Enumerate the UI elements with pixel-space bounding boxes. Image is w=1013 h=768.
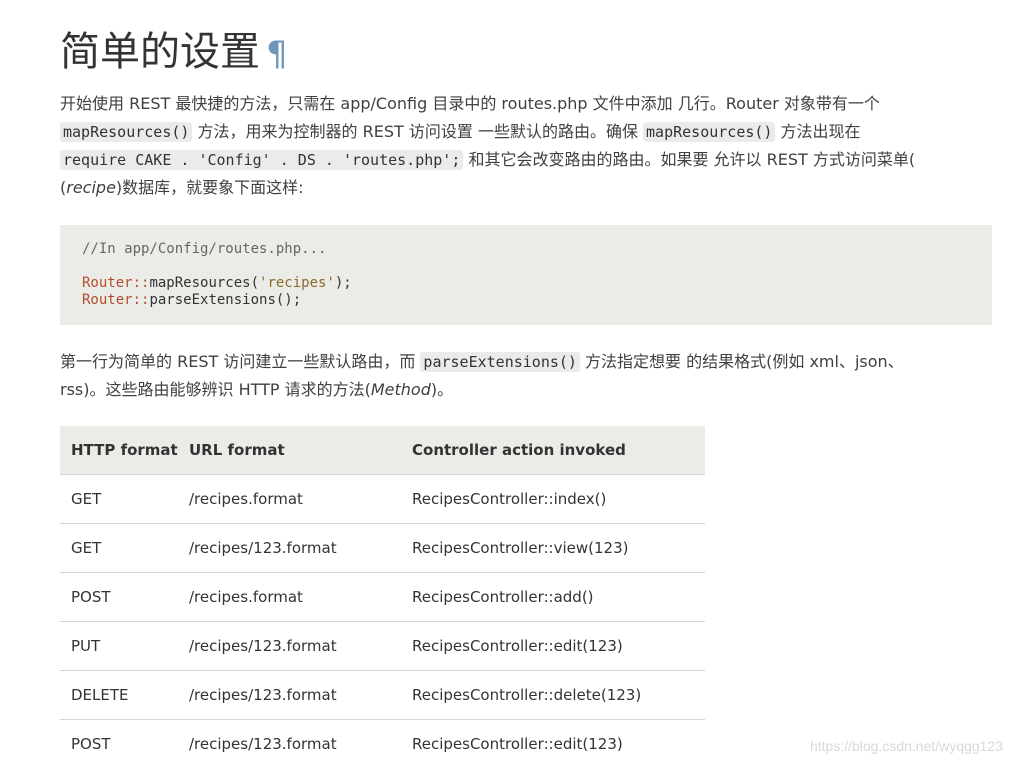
table-row: GET /recipes/123.format RecipesControlle… (60, 524, 705, 573)
table-cell: DELETE (60, 671, 178, 720)
code-block: //In app/Config/routes.php... Router::ma… (60, 225, 992, 325)
table-cell: RecipesController::delete(123) (401, 671, 705, 720)
routes-table: HTTP format URL format Controller action… (60, 426, 705, 768)
column-header: Controller action invoked (401, 426, 705, 475)
inline-code: mapResources() (60, 122, 192, 142)
explain-paragraph: 第一行为简单的 REST 访问建立一些默认路由，而 parseExtension… (60, 348, 992, 404)
table-row: DELETE /recipes/123.format RecipesContro… (60, 671, 705, 720)
text: )。 (431, 380, 453, 399)
code-comment: //In app/Config/routes.php... (82, 241, 970, 258)
inline-code: mapResources() (643, 122, 775, 142)
title-text: 简单的设置 (60, 29, 260, 75)
code-line: Router::parseExtensions(); (82, 292, 970, 309)
table-cell: GET (60, 475, 178, 524)
table-cell: RecipesController::add() (401, 573, 705, 622)
code-sep: :: (133, 275, 150, 291)
table-cell: PUT (60, 622, 178, 671)
table-cell: POST (60, 573, 178, 622)
watermark: https://blog.csdn.net/wyqgg123 (810, 738, 1003, 754)
emphasis: recipe (66, 178, 116, 197)
code-end: ); (335, 275, 352, 291)
text: )数据库，就要象下面这样: (116, 178, 304, 197)
code-line: Router::mapResources('recipes'); (82, 275, 970, 292)
code-class: Router (82, 275, 133, 291)
table-cell: RecipesController::edit(123) (401, 622, 705, 671)
emphasis: Method (371, 380, 431, 399)
table-cell: /recipes.format (178, 475, 401, 524)
code-class: Router (82, 292, 133, 308)
code-sep: :: (133, 292, 150, 308)
anchor-link-icon[interactable]: ¶ (266, 34, 288, 74)
table-cell: /recipes/123.format (178, 720, 401, 768)
table-row: POST /recipes/123.format RecipesControll… (60, 720, 705, 768)
intro-paragraph: 开始使用 REST 最快捷的方法，只需在 app/Config 目录中的 rou… (60, 90, 992, 202)
table-cell: GET (60, 524, 178, 573)
table-cell: RecipesController::index() (401, 475, 705, 524)
table-row: PUT /recipes/123.format RecipesControlle… (60, 622, 705, 671)
table-cell: /recipes/123.format (178, 671, 401, 720)
text: 第一行为简单的 REST 访问建立一些默认路由，而 (60, 352, 420, 371)
table-header-row: HTTP format URL format Controller action… (60, 426, 705, 475)
table-cell: RecipesController::edit(123) (401, 720, 705, 768)
column-header: HTTP format (60, 426, 178, 475)
inline-code: require CAKE . 'Config' . DS . 'routes.p… (60, 150, 463, 170)
table-cell: /recipes.format (178, 573, 401, 622)
text: 和其它会改变路由的路由。如果要 允许以 REST 方式访问菜单( (463, 150, 915, 169)
table-cell: /recipes/123.format (178, 524, 401, 573)
table-row: POST /recipes.format RecipesController::… (60, 573, 705, 622)
inline-code: parseExtensions() (420, 352, 580, 372)
code-fn: mapResources( (149, 275, 259, 291)
text: 方法指定想要 的结果格式(例如 xml、json、 (580, 352, 904, 371)
table-cell: RecipesController::view(123) (401, 524, 705, 573)
table-row: GET /recipes.format RecipesController::i… (60, 475, 705, 524)
text: 方法出现在 (775, 122, 860, 141)
table-cell: /recipes/123.format (178, 622, 401, 671)
text: 开始使用 REST 最快捷的方法，只需在 app/Config 目录中的 rou… (60, 94, 880, 113)
text: 方法，用来为控制器的 REST 访问设置 一些默认的路由。确保 (192, 122, 643, 141)
text: rss)。这些路由能够辨识 HTTP 请求的方法( (60, 380, 371, 399)
code-string: 'recipes' (259, 275, 335, 291)
page-title: 简单的设置¶ (60, 26, 288, 80)
column-header: URL format (178, 426, 401, 475)
code-fn: parseExtensions(); (149, 292, 301, 308)
code-blank-line (82, 258, 970, 275)
table-cell: POST (60, 720, 178, 768)
